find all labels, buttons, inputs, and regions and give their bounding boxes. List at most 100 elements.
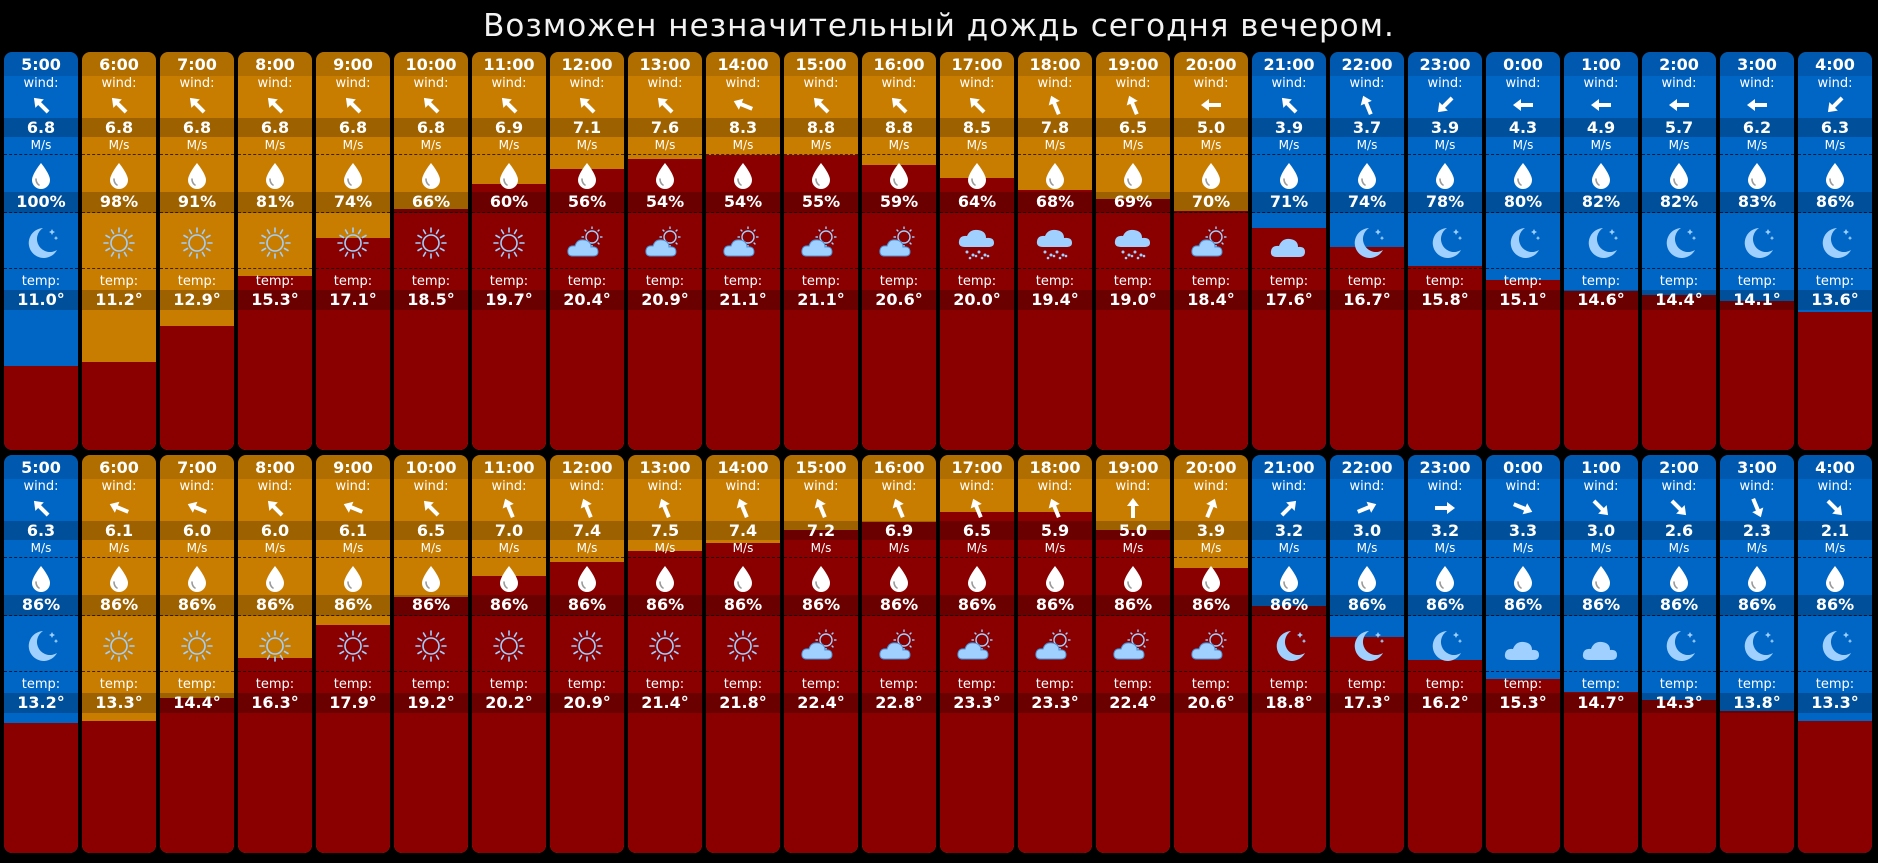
hour-card[interactable]: 10:00 wind: 6.5 M/s 86% temp: 19.2°	[394, 455, 468, 853]
wind-speed: 6.8	[4, 118, 78, 137]
cloud-sun-icon	[940, 621, 1014, 672]
temp-label: temp:	[1425, 274, 1465, 289]
hour-card[interactable]: 6:00 wind: 6.8 M/s 98% temp: 11.2°	[82, 52, 156, 450]
hour-card[interactable]: 21:00 wind: 3.2 M/s 86% temp: 18.8°	[1252, 455, 1326, 853]
wind-direction-icon	[472, 92, 546, 118]
hour-card[interactable]: 3:00 wind: 6.2 M/s 83% temp: 14.1°	[1720, 52, 1794, 450]
wind-speed-unit: M/s	[1642, 540, 1716, 558]
hour-card[interactable]: 2:00 wind: 5.7 M/s 82% temp: 14.4°	[1642, 52, 1716, 450]
wind-direction-icon	[316, 495, 390, 521]
wind-speed-unit: M/s	[1174, 137, 1248, 155]
hour-card[interactable]: 7:00 wind: 6.0 M/s 86% temp: 14.4°	[160, 455, 234, 853]
wind-speed: 6.5	[1096, 118, 1170, 137]
hour-time: 1:00	[1564, 52, 1638, 76]
hour-card[interactable]: 15:00 wind: 7.2 M/s 86% temp: 22.4°	[784, 455, 858, 853]
hour-card[interactable]: 7:00 wind: 6.8 M/s 91% temp: 12.9°	[160, 52, 234, 450]
hour-card[interactable]: 12:00 wind: 7.4 M/s 86% temp: 20.9°	[550, 455, 624, 853]
temp-label: temp:	[1581, 677, 1621, 692]
moon-icon	[1564, 218, 1638, 269]
wind-speed-unit: M/s	[1174, 540, 1248, 558]
sun-icon	[394, 218, 468, 269]
hour-card[interactable]: 14:00 wind: 8.3 M/s 54% temp: 21.1°	[706, 52, 780, 450]
hour-card[interactable]: 16:00 wind: 6.9 M/s 86% temp: 22.8°	[862, 455, 936, 853]
humidity-value: 86%	[82, 595, 156, 616]
humidity-drop-icon	[1330, 563, 1404, 595]
temperature-fill	[316, 238, 390, 450]
wind-label: wind:	[1193, 76, 1229, 91]
wind-speed: 7.0	[472, 521, 546, 540]
hour-card[interactable]: 23:00 wind: 3.9 M/s 78% temp: 15.8°	[1408, 52, 1482, 450]
temp-value: 14.7°	[1564, 693, 1638, 713]
hour-card[interactable]: 2:00 wind: 2.6 M/s 86% temp: 14.3°	[1642, 455, 1716, 853]
hour-card[interactable]: 18:00 wind: 5.9 M/s 86% temp: 23.3°	[1018, 455, 1092, 853]
humidity-value: 86%	[316, 595, 390, 616]
sun-icon	[706, 621, 780, 672]
temp-value: 13.2°	[4, 693, 78, 713]
hour-card[interactable]: 8:00 wind: 6.0 M/s 86% temp: 16.3°	[238, 455, 312, 853]
hour-card[interactable]: 9:00 wind: 6.8 M/s 74% temp: 17.1°	[316, 52, 390, 450]
hour-time: 23:00	[1408, 455, 1482, 479]
humidity-value: 86%	[1564, 595, 1638, 616]
humidity-value: 86%	[1720, 595, 1794, 616]
hour-card[interactable]: 0:00 wind: 3.3 M/s 86% temp: 15.3°	[1486, 455, 1560, 853]
hour-card[interactable]: 17:00 wind: 6.5 M/s 86% temp: 23.3°	[940, 455, 1014, 853]
hour-card[interactable]: 23:00 wind: 3.2 M/s 86% temp: 16.2°	[1408, 455, 1482, 853]
wind-direction-icon	[784, 92, 858, 118]
hour-card[interactable]: 1:00 wind: 3.0 M/s 86% temp: 14.7°	[1564, 455, 1638, 853]
hour-card[interactable]: 20:00 wind: 3.9 M/s 86% temp: 20.6°	[1174, 455, 1248, 853]
temp-value: 20.6°	[1174, 693, 1248, 713]
hour-card[interactable]: 17:00 wind: 8.5 M/s 64% temp: 20.0°	[940, 52, 1014, 450]
temp-value: 11.0°	[4, 290, 78, 310]
hour-card[interactable]: 5:00 wind: 6.8 M/s 100% temp: 11.0°	[4, 52, 78, 450]
wind-label: wind:	[1427, 479, 1463, 494]
humidity-drop-icon	[1642, 160, 1716, 192]
hour-card[interactable]: 18:00 wind: 7.8 M/s 68% temp: 19.4°	[1018, 52, 1092, 450]
hour-card[interactable]: 8:00 wind: 6.8 M/s 81% temp: 15.3°	[238, 52, 312, 450]
temp-value: 20.9°	[628, 290, 702, 310]
hour-card[interactable]: 11:00 wind: 6.9 M/s 60% temp: 19.7°	[472, 52, 546, 450]
temp-value: 21.8°	[706, 693, 780, 713]
hour-card[interactable]: 20:00 wind: 5.0 M/s 70% temp: 18.4°	[1174, 52, 1248, 450]
hour-card[interactable]: 13:00 wind: 7.6 M/s 54% temp: 20.9°	[628, 52, 702, 450]
hour-card[interactable]: 4:00 wind: 6.3 M/s 86% temp: 13.6°	[1798, 52, 1872, 450]
wind-direction-icon	[1408, 495, 1482, 521]
cloud-sun-icon	[628, 218, 702, 269]
wind-speed: 8.3	[706, 118, 780, 137]
hour-card[interactable]: 4:00 wind: 2.1 M/s 86% temp: 13.3°	[1798, 455, 1872, 853]
hour-card[interactable]: 9:00 wind: 6.1 M/s 86% temp: 17.9°	[316, 455, 390, 853]
temp-label: temp:	[1659, 677, 1699, 692]
hour-time: 1:00	[1564, 455, 1638, 479]
humidity-value: 86%	[1096, 595, 1170, 616]
humidity-value: 82%	[1564, 192, 1638, 213]
hour-card[interactable]: 19:00 wind: 6.5 M/s 69% temp: 19.0°	[1096, 52, 1170, 450]
hour-time: 22:00	[1330, 52, 1404, 76]
hour-card[interactable]: 5:00 wind: 6.3 M/s 86% temp: 13.2°	[4, 455, 78, 853]
hour-card[interactable]: 11:00 wind: 7.0 M/s 86% temp: 20.2°	[472, 455, 546, 853]
hour-card[interactable]: 6:00 wind: 6.1 M/s 86% temp: 13.3°	[82, 455, 156, 853]
hour-time: 8:00	[238, 455, 312, 479]
hour-card[interactable]: 22:00 wind: 3.0 M/s 86% temp: 17.3°	[1330, 455, 1404, 853]
hour-card[interactable]: 0:00 wind: 4.3 M/s 80% temp: 15.1°	[1486, 52, 1560, 450]
hour-card[interactable]: 16:00 wind: 8.8 M/s 59% temp: 20.6°	[862, 52, 936, 450]
hour-card[interactable]: 21:00 wind: 3.9 M/s 71% temp: 17.6°	[1252, 52, 1326, 450]
wind-speed: 3.3	[1486, 521, 1560, 540]
hour-card[interactable]: 22:00 wind: 3.7 M/s 74% temp: 16.7°	[1330, 52, 1404, 450]
forecast-page: Возможен незначительный дождь сегодня ве…	[0, 0, 1878, 863]
wind-direction-icon	[940, 495, 1014, 521]
hour-card[interactable]: 13:00 wind: 7.5 M/s 86% temp: 21.4°	[628, 455, 702, 853]
cloud-sun-icon	[862, 218, 936, 269]
hour-card[interactable]: 19:00 wind: 5.0 M/s 86% temp: 22.4°	[1096, 455, 1170, 853]
hour-card[interactable]: 10:00 wind: 6.8 M/s 66% temp: 18.5°	[394, 52, 468, 450]
hour-card[interactable]: 15:00 wind: 8.8 M/s 55% temp: 21.1°	[784, 52, 858, 450]
hour-card[interactable]: 3:00 wind: 2.3 M/s 86% temp: 13.8°	[1720, 455, 1794, 853]
humidity-value: 80%	[1486, 192, 1560, 213]
temp-label: temp:	[801, 274, 841, 289]
hour-card[interactable]: 1:00 wind: 4.9 M/s 82% temp: 14.6°	[1564, 52, 1638, 450]
temp-label: temp:	[411, 677, 451, 692]
hour-card[interactable]: 12:00 wind: 7.1 M/s 56% temp: 20.4°	[550, 52, 624, 450]
wind-label: wind:	[1583, 479, 1619, 494]
hour-card[interactable]: 14:00 wind: 7.4 M/s 86% temp: 21.8°	[706, 455, 780, 853]
wind-speed-unit: M/s	[1798, 540, 1872, 558]
humidity-drop-icon	[1486, 160, 1560, 192]
wind-speed: 7.6	[628, 118, 702, 137]
